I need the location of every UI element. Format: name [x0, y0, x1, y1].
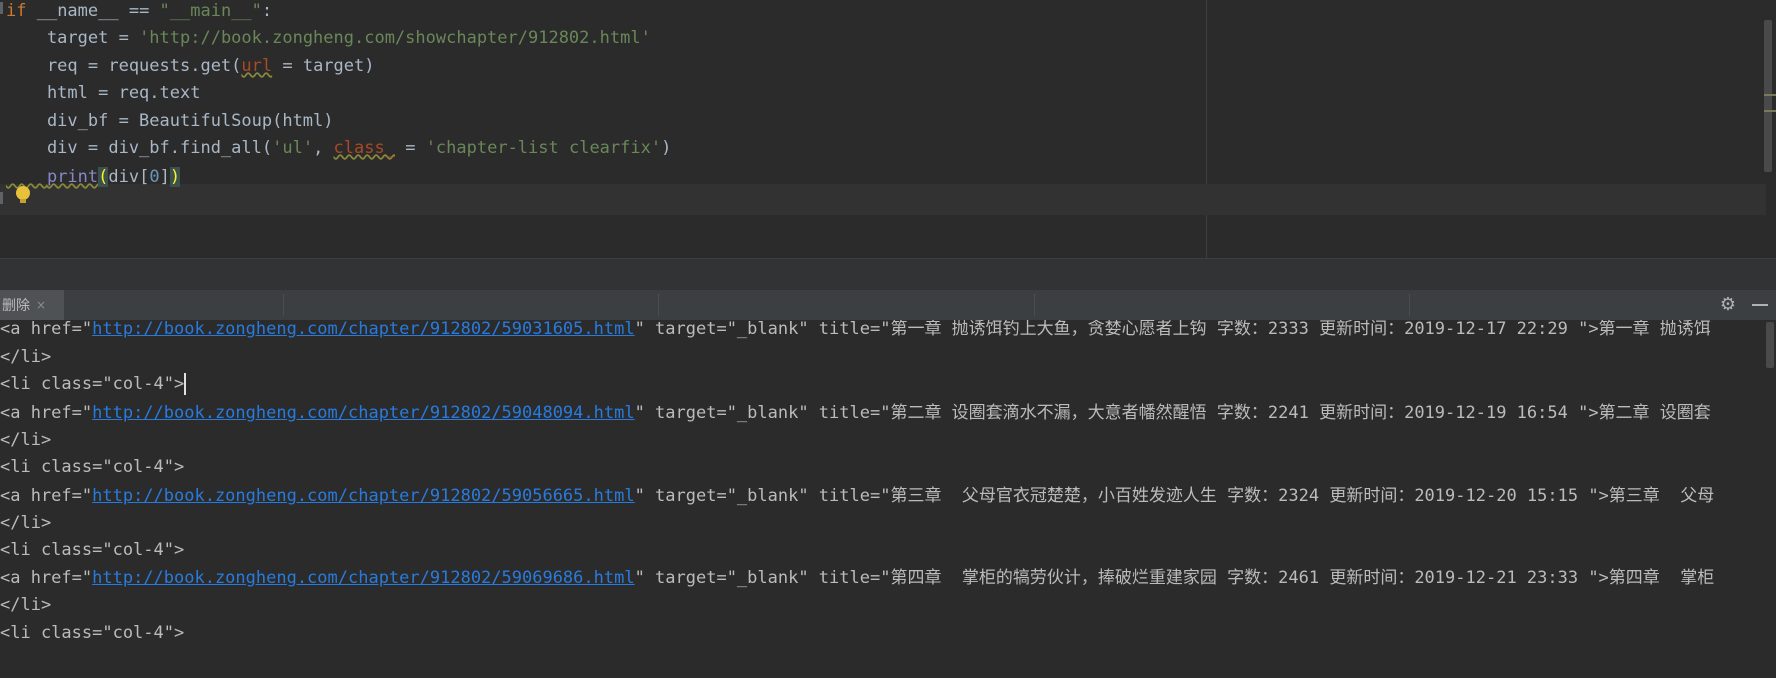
console-line: <li class="col-4">: [0, 457, 185, 477]
code-line-6[interactable]: div = div_bf.find_all('ul', class_ = 'ch…: [6, 133, 671, 164]
console-line: <li class="col-4">: [0, 540, 185, 560]
close-icon[interactable]: ×: [36, 298, 46, 312]
header-divider: [1034, 294, 1035, 316]
fold-marker-icon[interactable]: [0, 2, 3, 14]
run-tool-window-header: 删除 × ⚙: [0, 289, 1776, 321]
console-line: <a href="http://book.zongheng.com/chapte…: [0, 320, 1711, 339]
console-link[interactable]: http://book.zongheng.com/chapter/912802/…: [92, 568, 634, 588]
text-caret: [184, 373, 187, 395]
right-margin-guide: [1206, 0, 1207, 258]
console-line: <li class="col-4">: [0, 623, 185, 643]
editor-scrollbar[interactable]: [1764, 20, 1772, 172]
gear-icon[interactable]: ⚙: [1718, 295, 1738, 315]
editor-breadcrumb-bar: [0, 258, 1776, 289]
run-tab-label: 删除: [2, 298, 30, 314]
console-link[interactable]: http://book.zongheng.com/chapter/912802/…: [92, 403, 634, 423]
console-line: <a href="http://book.zongheng.com/chapte…: [0, 403, 1711, 423]
code-line-7[interactable]: print(div[0]): [6, 162, 181, 193]
fold-marker-icon[interactable]: [0, 192, 3, 204]
code-line-4[interactable]: html = req.text: [6, 78, 201, 109]
lightbulb-icon[interactable]: [16, 186, 30, 203]
run-tab[interactable]: 删除 ×: [0, 290, 64, 320]
console-link[interactable]: http://book.zongheng.com/chapter/912802/…: [92, 320, 634, 339]
header-divider: [283, 294, 284, 316]
code-editor[interactable]: if __name__ == "__main__": target = 'htt…: [0, 0, 1776, 258]
console-line: <a href="http://book.zongheng.com/chapte…: [0, 486, 1715, 506]
console-link[interactable]: http://book.zongheng.com/chapter/912802/…: [92, 486, 634, 506]
warning-stripe-icon[interactable]: [1764, 94, 1776, 96]
warning-stripe-icon[interactable]: [1764, 110, 1776, 112]
code-line-2[interactable]: target = 'http://book.zongheng.com/showc…: [6, 23, 651, 54]
console-line: <li class="col-4">: [0, 373, 187, 395]
console-line: </li>: [0, 595, 52, 615]
header-divider: [658, 294, 659, 316]
minimize-icon[interactable]: [1752, 304, 1768, 306]
header-divider: [1409, 294, 1410, 316]
current-line-highlight: [0, 184, 1766, 215]
console-scrollbar[interactable]: [1766, 322, 1774, 368]
console-output[interactable]: <a href="http://book.zongheng.com/chapte…: [0, 320, 1776, 678]
console-line: <a href="http://book.zongheng.com/chapte…: [0, 568, 1715, 588]
